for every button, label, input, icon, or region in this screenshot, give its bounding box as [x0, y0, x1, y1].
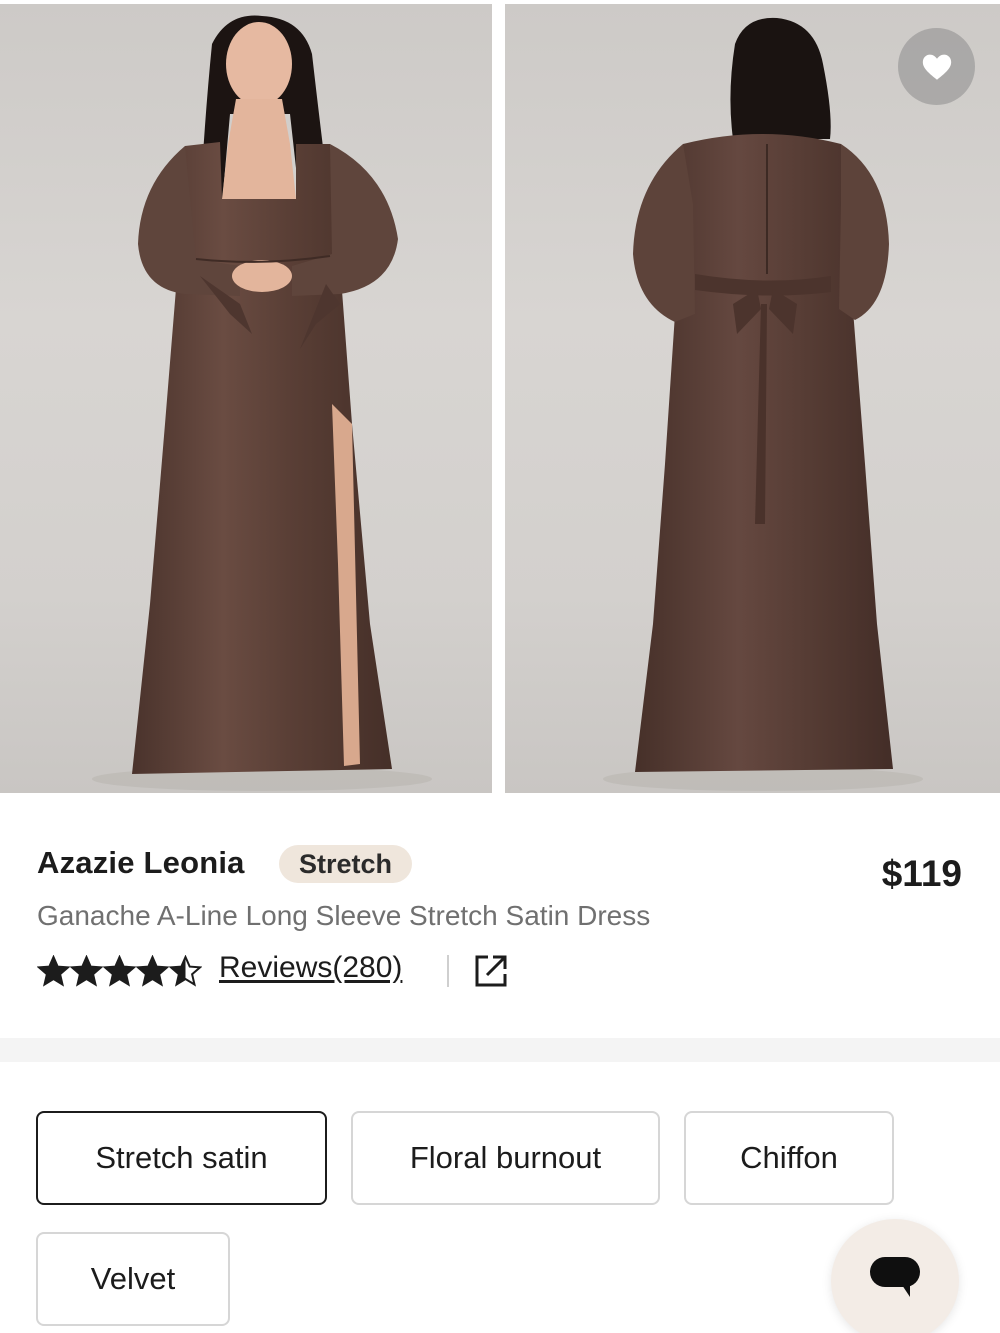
- chat-bubble-icon: [870, 1257, 920, 1297]
- product-page: Azazie Leonia Stretch $119 Ganache A-Lin…: [0, 0, 1000, 1333]
- product-info: Azazie Leonia Stretch $119 Ganache A-Lin…: [0, 793, 1000, 1038]
- rating-row: Reviews(280): [37, 951, 637, 991]
- star-full-icon: [103, 955, 136, 987]
- star-half-icon: [169, 955, 202, 987]
- fabric-option-chiffon[interactable]: Chiffon: [684, 1111, 894, 1205]
- reviews-link[interactable]: Reviews(280): [219, 951, 402, 985]
- product-gallery[interactable]: [0, 0, 1000, 793]
- star-full-icon: [136, 955, 169, 987]
- fabric-option-velvet[interactable]: Velvet: [36, 1232, 230, 1326]
- section-divider: [0, 1038, 1000, 1062]
- dress-front-photo[interactable]: [0, 4, 492, 793]
- chat-button[interactable]: [831, 1219, 959, 1333]
- wishlist-button[interactable]: [898, 28, 975, 105]
- star-full-icon: [70, 955, 103, 987]
- divider: [447, 955, 449, 987]
- heart-icon: [922, 54, 951, 80]
- external-link-icon[interactable]: [473, 953, 509, 989]
- product-price: $119: [881, 853, 962, 894]
- fabric-option-stretch-satin[interactable]: Stretch satin: [36, 1111, 327, 1205]
- stretch-badge: Stretch: [279, 845, 413, 883]
- dress-back-photo[interactable]: [505, 4, 1000, 793]
- product-name: Azazie Leonia: [37, 845, 245, 880]
- fabric-option-floral-burnout[interactable]: Floral burnout: [351, 1111, 660, 1205]
- star-full-icon: [37, 955, 70, 987]
- product-subtitle: Ganache A-Line Long Sleeve Stretch Satin…: [37, 900, 651, 931]
- star-rating: [37, 955, 202, 987]
